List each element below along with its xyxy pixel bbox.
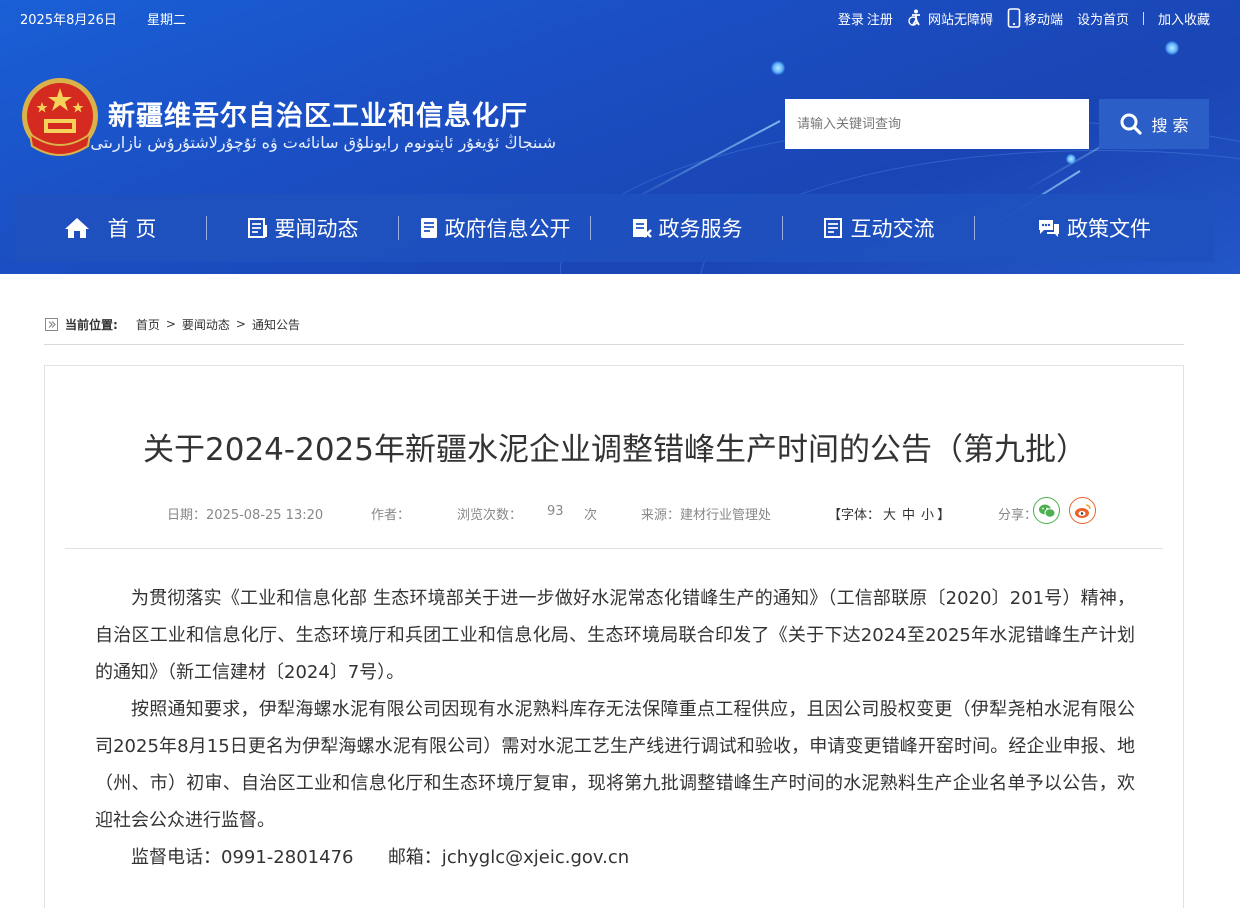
- views-unit: 次: [584, 508, 598, 523]
- font-small-button[interactable]: 小: [921, 508, 934, 523]
- meta-divider: [65, 548, 1163, 549]
- article-paragraph: 为贯彻落实《工业和信息化部 生态环境部关于进一步做好水泥常态化错峰生产的通知》（…: [95, 588, 1135, 683]
- nav-item-news[interactable]: 要闻动态: [207, 194, 398, 262]
- views-count: 93: [547, 504, 564, 519]
- article-source: 来源：建材行业管理处: [641, 508, 772, 523]
- glow-dot-decoration: [771, 61, 785, 75]
- wechat-share-button[interactable]: [1033, 497, 1060, 524]
- font-large-button[interactable]: 大: [883, 508, 896, 523]
- article-panel: 关于2024-2025年新疆水泥企业调整错峰生产时间的公告（第九批） 日期：20…: [44, 365, 1184, 908]
- current-weekday: 星期二: [147, 13, 187, 28]
- breadcrumb-news[interactable]: 要闻动态: [182, 316, 230, 333]
- wechat-icon: [1038, 504, 1055, 518]
- accessible-link-label: 网站无障碍: [927, 12, 993, 28]
- login-link[interactable]: 登录: [838, 9, 864, 28]
- publish-date: 日期：2025-08-25 13:20: [167, 508, 324, 523]
- home-icon: [64, 218, 89, 238]
- font-size-close: 】: [937, 508, 951, 523]
- article-paragraph: 按照通知要求，伊犁海螺水泥有限公司因现有水泥熟料库存无法保障重点工程供应，且因公…: [95, 699, 1135, 831]
- search-button-label: 搜 索: [1151, 116, 1189, 135]
- location-arrow-icon: [45, 317, 58, 331]
- top-bar: 2025年8月26日 星期二 登录 注册 网站无障碍 移动端 设为首页 加入收藏: [0, 0, 1240, 34]
- views-label: 浏览次数：: [457, 508, 523, 523]
- glow-dot-decoration: [1066, 154, 1076, 164]
- breadcrumb-notices[interactable]: 通知公告: [252, 316, 300, 333]
- mobile-phone-icon: [1007, 8, 1021, 28]
- chat-icon: [1039, 220, 1059, 237]
- nav-item-services[interactable]: 政务服务: [591, 194, 782, 262]
- news-icon: [247, 218, 267, 238]
- breadcrumb-home[interactable]: 首页: [136, 316, 160, 333]
- current-date: 2025年8月26日: [20, 13, 117, 28]
- site-title[interactable]: 新疆维吾尔自治区工业和信息化厅: [108, 94, 528, 133]
- share-label: 分享：: [998, 508, 1038, 523]
- accessibility-icon: [908, 9, 920, 26]
- mobile-link[interactable]: 移动端: [1007, 8, 1063, 28]
- document-icon: [420, 218, 437, 238]
- breadcrumb-separator: >: [165, 317, 176, 331]
- nav-item-label: 政府信息公开: [444, 217, 571, 241]
- font-medium-button[interactable]: 中: [902, 508, 915, 523]
- register-link[interactable]: 注册: [867, 9, 893, 28]
- search-icon: [1120, 113, 1143, 135]
- accessible-link[interactable]: 网站无障碍: [907, 9, 993, 28]
- breadcrumb-separator: >: [235, 317, 246, 331]
- glow-dot-decoration: [1165, 41, 1179, 55]
- nav-item-label: 政务服务: [658, 217, 743, 241]
- nav-item-policy[interactable]: 政策文件: [975, 194, 1213, 262]
- font-size-open: 【字体：: [828, 508, 881, 523]
- article-content: 为贯彻落实《工业和信息化部 生态环境部关于进一步做好水泥常态化错峰生产的通知》（…: [95, 580, 1135, 876]
- search-input[interactable]: [785, 99, 1089, 149]
- article-title: 关于2024-2025年新疆水泥企业调整错峰生产时间的公告（第九批）: [143, 432, 1087, 468]
- nav-item-label: 互动交流: [850, 217, 935, 241]
- set-home-link[interactable]: 设为首页: [1077, 9, 1129, 28]
- nav-item-label: 要闻动态: [274, 217, 359, 241]
- service-icon: [632, 219, 652, 238]
- weibo-share-button[interactable]: [1069, 497, 1096, 524]
- supervision-email: 邮箱：jchyglc@xjeic.gov.cn: [387, 847, 630, 868]
- search-button[interactable]: 搜 索: [1099, 99, 1209, 149]
- top-link-divider: [1142, 11, 1144, 25]
- main-navigation: 首 页 要闻动态 政府信息公开 政务服务 互动交流 政策文件: [14, 194, 1214, 262]
- contact-line: 监督电话：0991-2801476 邮箱：jchyglc@xjeic.gov.c…: [95, 839, 1135, 876]
- font-size-controls: 【字体：大中小】: [828, 504, 950, 523]
- weibo-icon: [1074, 503, 1091, 518]
- site-subtitle-uyghur: شىنجاڭ ئۇيغۇر ئاپتونوم رايونلۇق سانائەت …: [90, 133, 556, 152]
- top-links: 登录 注册 网站无障碍 移动端 设为首页 加入收藏: [838, 8, 1210, 28]
- breadcrumb: 当前位置: 首页 > 要闻动态 > 通知公告: [45, 314, 300, 334]
- nav-item-gov-info[interactable]: 政府信息公开: [399, 194, 590, 262]
- interaction-icon: [823, 218, 842, 238]
- nav-item-label: 首 页: [107, 217, 157, 241]
- nav-item-label: 政策文件: [1067, 217, 1151, 241]
- login-register-links: 登录 注册: [838, 9, 893, 28]
- nav-item-home[interactable]: 首 页: [14, 194, 206, 262]
- breadcrumb-label: 当前位置:: [65, 317, 118, 332]
- mobile-link-label: 移动端: [1023, 12, 1063, 28]
- supervision-phone: 监督电话：0991-2801476: [131, 847, 354, 868]
- nav-item-interaction[interactable]: 互动交流: [783, 194, 974, 262]
- favorite-link[interactable]: 加入收藏: [1158, 9, 1210, 28]
- author: 作者：: [371, 508, 411, 523]
- article-meta: 日期：2025-08-25 13:20 作者： 浏览次数： 93 次 来源：建材…: [45, 497, 1185, 524]
- breadcrumb-divider: [44, 344, 1184, 345]
- site-header: 2025年8月26日 星期二 登录 注册 网站无障碍 移动端 设为首页 加入收藏…: [0, 0, 1240, 274]
